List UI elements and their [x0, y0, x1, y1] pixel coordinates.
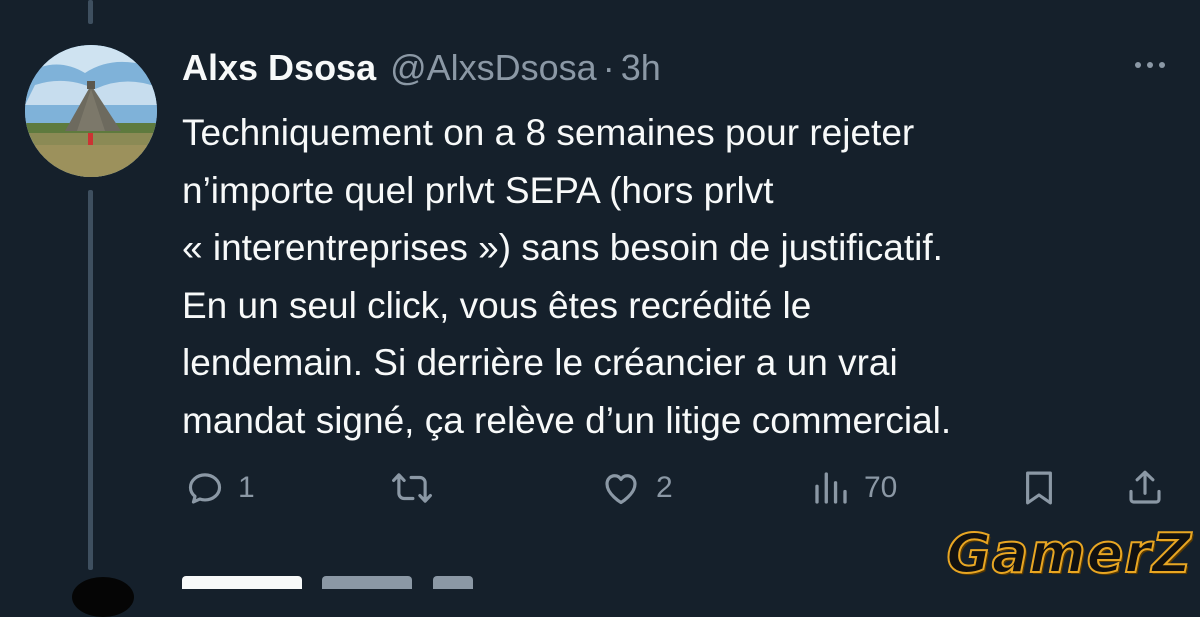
reply-button[interactable]: 1 [184, 460, 255, 516]
bookmark-button[interactable] [1018, 460, 1060, 516]
avatar[interactable] [25, 45, 157, 177]
tweet-text: Techniquement on a 8 semaines pour rejet… [182, 104, 1142, 449]
next-tweet-name-fragment [182, 576, 302, 589]
more-dot-icon [1135, 62, 1141, 68]
like-count: 2 [656, 471, 673, 504]
tweet-text-line: En un seul click, vous êtes recrédité le [182, 284, 812, 326]
share-icon [1129, 470, 1161, 504]
tweet-text-line: n’importe quel prlvt SEPA (hors prlvt [182, 169, 774, 211]
separator-dot: · [602, 47, 615, 88]
heart-icon [605, 474, 637, 505]
views-icon [815, 472, 847, 504]
reply-count: 1 [238, 471, 255, 504]
next-tweet-time-fragment [432, 576, 473, 589]
tweet-header: Alxs Dsosa @AlxsDsosa · 3h [182, 42, 661, 94]
avatar-photo [25, 45, 157, 177]
timestamp[interactable]: 3h [621, 47, 661, 89]
tweet-text-line: Techniquement on a 8 semaines pour rejet… [182, 112, 915, 153]
display-name[interactable]: Alxs Dsosa [182, 47, 376, 89]
next-tweet-header [182, 576, 682, 589]
tweet-text-line: lendemain. Si derrière le créancier a un… [182, 342, 898, 383]
bookmark-icon [1026, 471, 1052, 505]
reply-icon [188, 473, 222, 504]
next-tweet-handle-fragment [322, 576, 413, 589]
views-button[interactable]: 70 [810, 460, 897, 516]
more-options-button[interactable] [1124, 50, 1176, 80]
more-dot-icon [1147, 62, 1153, 68]
action-bar: 1 2 70 [0, 460, 1200, 516]
tweet-text-line: « interentreprises ») sans besoin de jus… [182, 227, 943, 268]
watermark: GamerZ [946, 521, 1192, 586]
share-button[interactable] [1124, 460, 1166, 516]
more-dot-icon [1159, 62, 1165, 68]
thread-line-top [88, 0, 93, 24]
retweet-button[interactable] [388, 460, 448, 516]
retweet-icon [392, 473, 432, 503]
like-button[interactable]: 2 [598, 460, 673, 516]
views-count: 70 [864, 471, 898, 504]
tweet-text-line: mandat signé, ça relève d’un litige comm… [182, 399, 952, 441]
user-handle[interactable]: @AlxsDsosa [390, 47, 597, 89]
next-tweet-avatar[interactable] [72, 577, 134, 617]
